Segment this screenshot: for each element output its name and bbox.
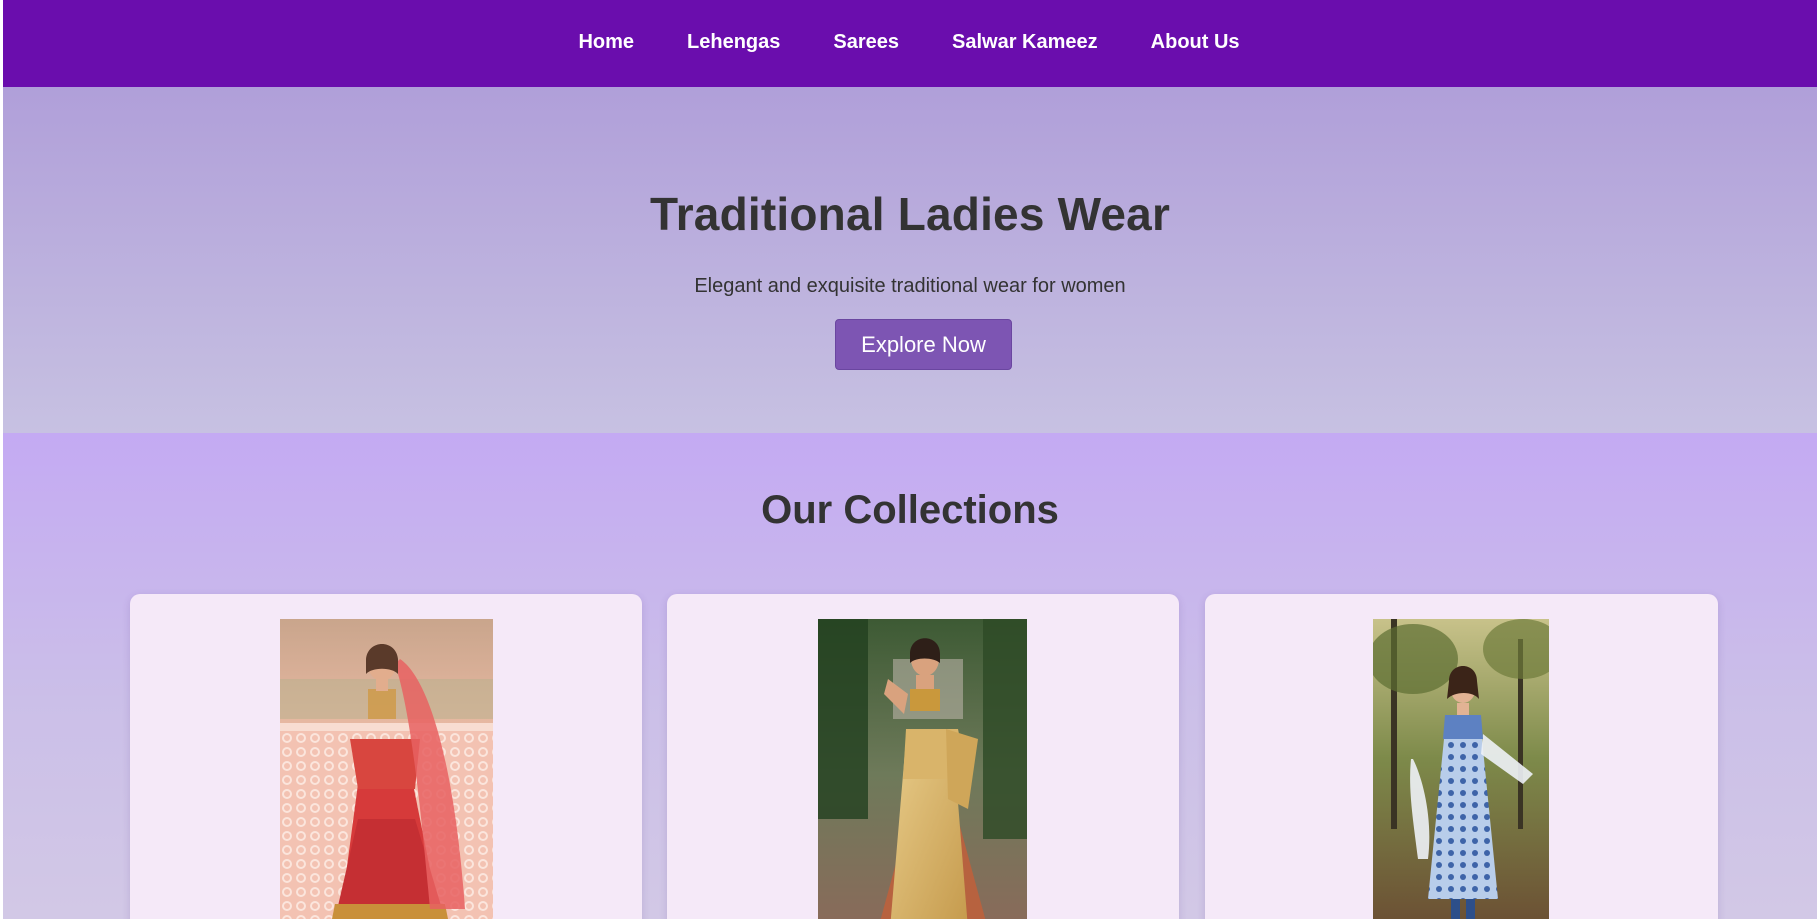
nav-link-about-us[interactable]: About Us bbox=[1151, 31, 1240, 53]
salwar-kameez-image bbox=[1373, 619, 1549, 919]
nav-list: Home Lehengas Sarees Salwar Kameez About… bbox=[552, 31, 1266, 54]
collections-section: Our Collections bbox=[3, 433, 1817, 919]
page-left-edge bbox=[0, 0, 3, 919]
collection-card-saree[interactable] bbox=[667, 594, 1179, 919]
lehenga-image bbox=[280, 619, 493, 919]
collection-card-lehenga[interactable] bbox=[130, 594, 642, 919]
explore-now-button[interactable]: Explore Now bbox=[835, 319, 1012, 370]
collections-title: Our Collections bbox=[761, 488, 1059, 532]
hero-subtitle: Elegant and exquisite traditional wear f… bbox=[694, 275, 1126, 297]
nav-link-salwar-kameez[interactable]: Salwar Kameez bbox=[952, 31, 1098, 53]
top-navbar: Home Lehengas Sarees Salwar Kameez About… bbox=[3, 0, 1817, 87]
collection-card-salwar-kameez[interactable] bbox=[1205, 594, 1718, 919]
page: Home Lehengas Sarees Salwar Kameez About… bbox=[0, 0, 1817, 919]
saree-image bbox=[818, 619, 1027, 919]
nav-link-sarees[interactable]: Sarees bbox=[833, 31, 899, 53]
nav-link-home[interactable]: Home bbox=[578, 31, 634, 53]
nav-link-lehengas[interactable]: Lehengas bbox=[687, 31, 780, 53]
hero-title: Traditional Ladies Wear bbox=[649, 188, 1171, 240]
hero-section: Traditional Ladies Wear Elegant and exqu… bbox=[3, 87, 1817, 433]
